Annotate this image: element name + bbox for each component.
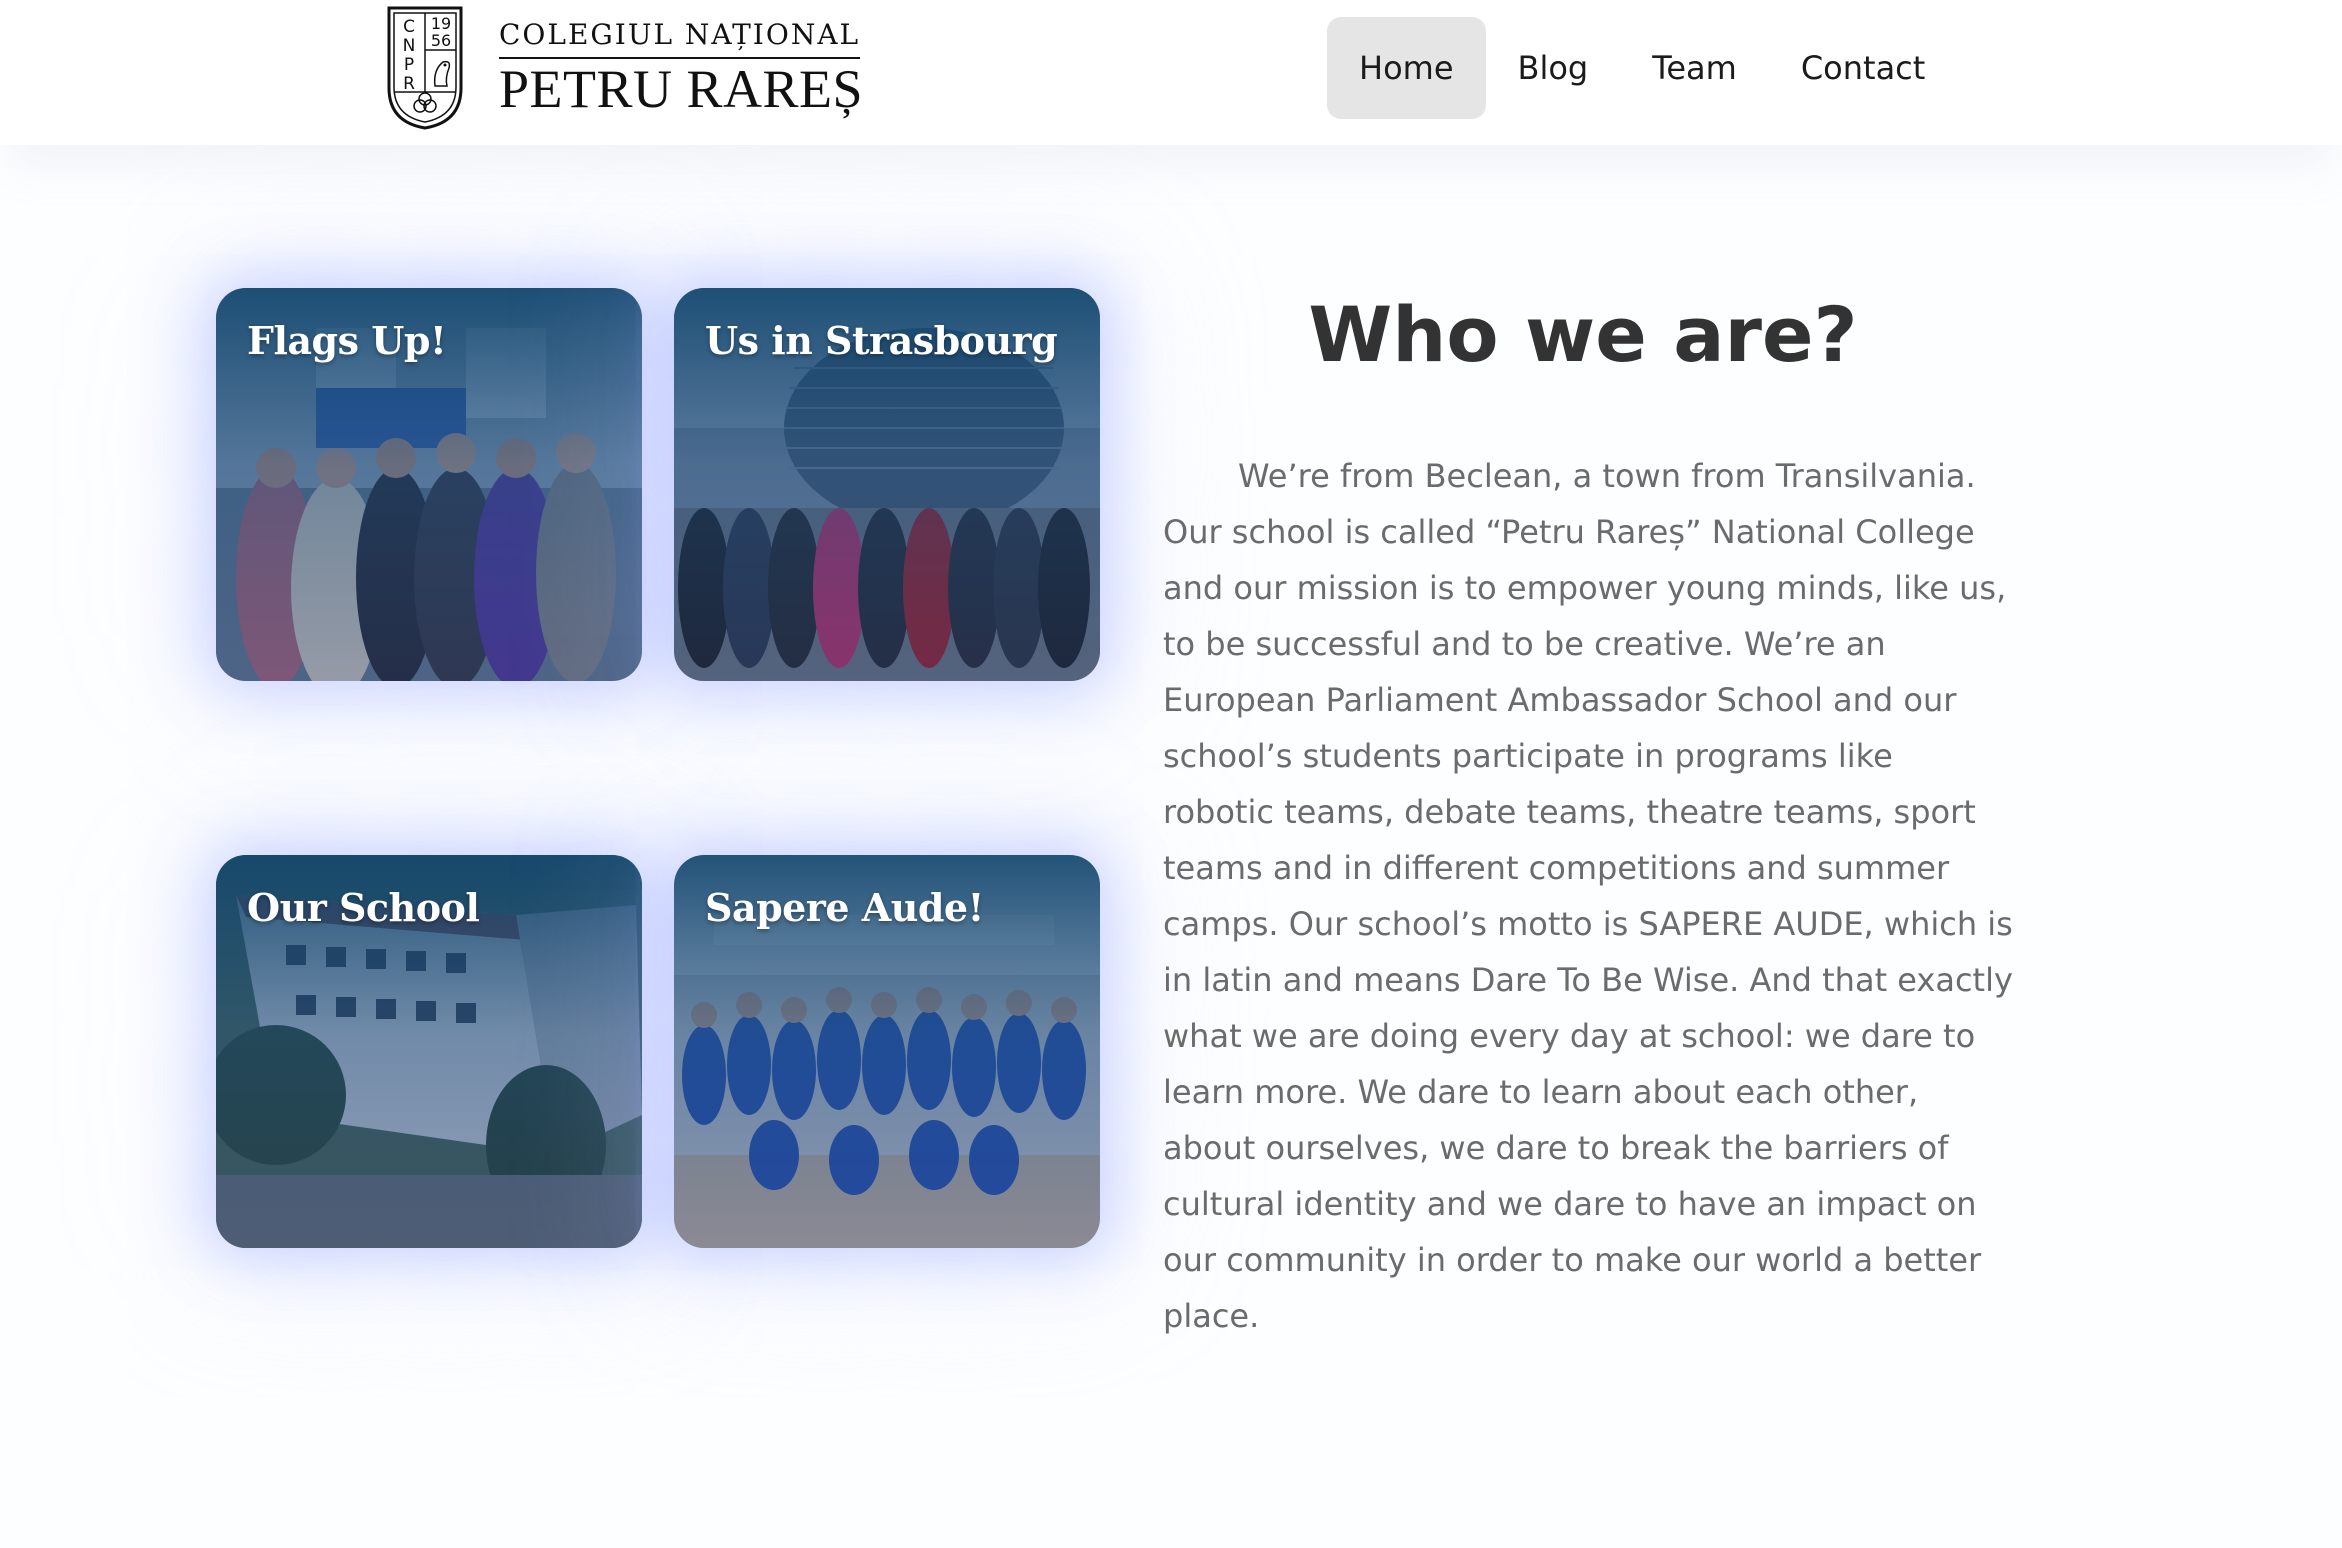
school-crest-icon: C N P R 19 56 [387,6,463,130]
nav-contact[interactable]: Contact [1769,17,1958,119]
school-name-line1: COLEGIUL NAȚIONAL [499,18,861,59]
card-flags-up[interactable]: Flags Up! [216,288,642,681]
school-logo[interactable]: C N P R 19 56 COLEGIUL NAȚIONAL PETRU RA… [385,4,863,132]
card-title: Our School [247,885,480,930]
nav-team[interactable]: Team [1620,17,1769,119]
card-title: Sapere Aude! [705,885,984,930]
about-title: Who we are? [1308,290,1858,379]
card-title: Flags Up! [247,318,447,363]
card-our-school[interactable]: Our School [216,855,642,1248]
card-sapere-aude[interactable]: Sapere Aude! [674,855,1100,1248]
nav-home[interactable]: Home [1327,17,1486,119]
crest-year-bottom: 56 [431,31,451,50]
card-title: Us in Strasbourg [705,318,1058,363]
crest-letter: C [403,17,415,37]
crest-letter: N [403,36,416,56]
main-nav: Home Blog Team Contact [1327,17,1957,119]
school-name-line2: PETRU RAREȘ [499,58,864,119]
crest-letter: P [404,55,414,75]
nav-blog[interactable]: Blog [1486,17,1621,119]
site-header: C N P R 19 56 COLEGIUL NAȚIONAL PETRU RA… [0,0,2342,145]
card-us-in-strasbourg[interactable]: Us in Strasbourg [674,288,1100,681]
school-name: COLEGIUL NAȚIONAL PETRU RAREȘ [499,18,863,119]
about-text: We’re from Beclean, a town from Transilv… [1163,457,2013,1335]
crest-letter: R [403,74,415,94]
